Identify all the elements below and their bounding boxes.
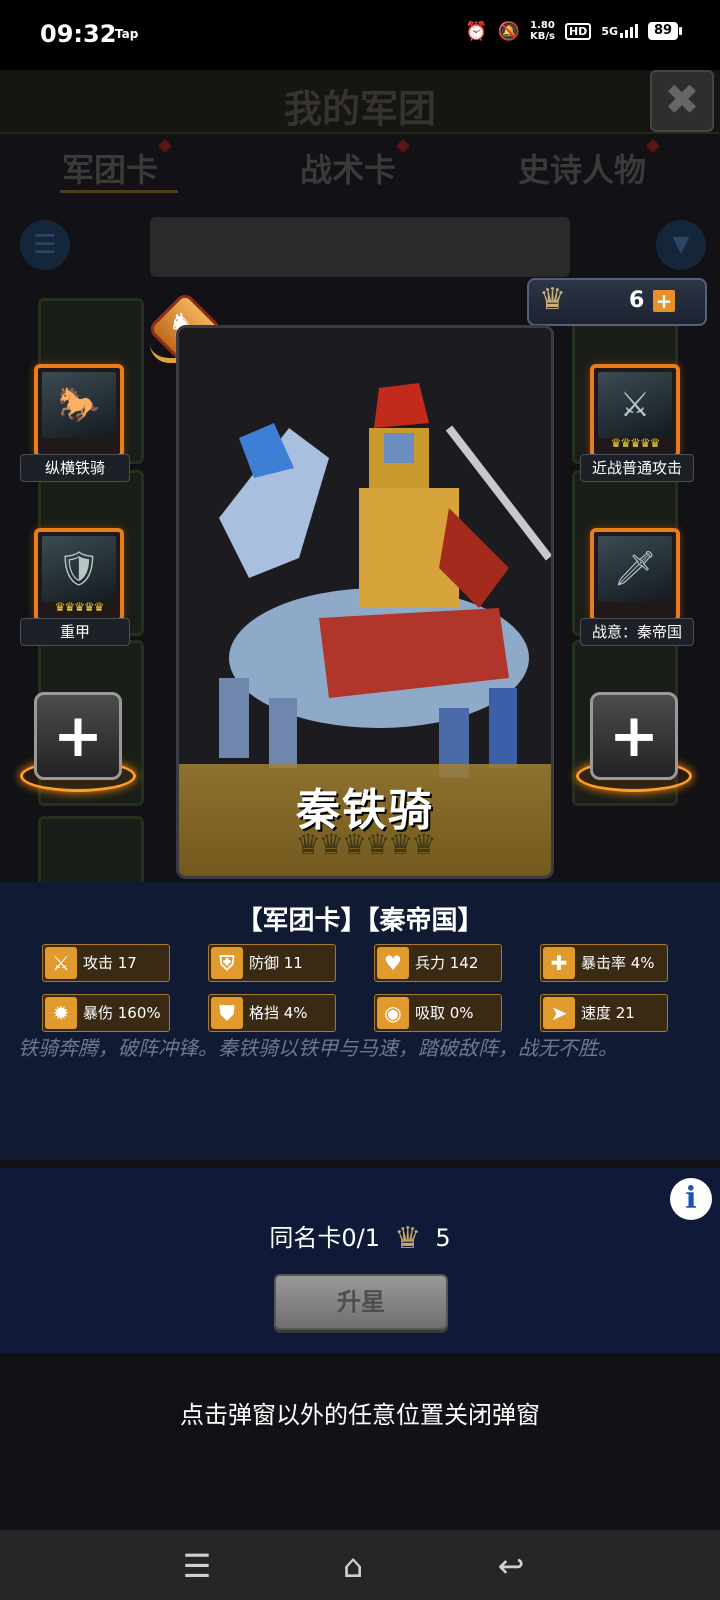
eagle-emblem-icon: ♛	[394, 1221, 422, 1256]
armor-skill-icon: 🛡	[42, 536, 116, 602]
cavalry-skill-icon: 🐎	[42, 372, 116, 438]
battery-level: 89	[648, 22, 678, 40]
battery-icon: 89	[648, 22, 682, 40]
network-speed-unit: KB/s	[529, 31, 555, 42]
tab-tactic-cards: 战术卡	[300, 138, 411, 191]
back-icon[interactable]: ↩	[486, 1546, 536, 1586]
sword-skill-icon: 🗡	[598, 536, 672, 602]
star-material-badge[interactable]: ♛ 6 +	[527, 278, 707, 326]
upgrade-cost: 5	[435, 1224, 451, 1252]
close-hint: 点击弹窗以外的任意位置关闭弹窗	[180, 1401, 540, 1429]
add-material-button[interactable]: +	[653, 290, 675, 312]
spear-skill-icon: ⚔	[598, 372, 672, 438]
stat-speed: ➤ 速度 21	[540, 994, 668, 1032]
alarm-icon: ⏰	[465, 20, 488, 42]
mute-bell-icon: 🔕	[497, 20, 520, 42]
stat-text: 吸取 0%	[415, 1004, 474, 1022]
stat-troops: ♥ 兵力 142	[374, 944, 502, 982]
tab-label: 史诗人物	[518, 151, 647, 189]
search-field	[150, 217, 570, 277]
card-tags: 【军团卡】【秦帝国】	[236, 906, 484, 936]
card-description: 铁骑奔腾，破阵冲锋。秦铁骑以铁甲与马速，踏破敌阵，战无不胜。	[18, 1036, 618, 1060]
network-speed-value: 1.80	[530, 20, 555, 31]
tab-underline	[60, 190, 178, 193]
burst-icon: ✹	[45, 997, 77, 1029]
skill-label: 战意：秦帝国	[580, 618, 694, 646]
add-skill-button-right[interactable]: +	[590, 692, 678, 780]
add-skill-button-left[interactable]: +	[34, 692, 122, 780]
unit-card: 秦铁骑 ♛♛♛♛♛♛	[176, 325, 554, 879]
stat-text: 暴伤 160%	[83, 1004, 161, 1022]
boot-icon: ➤	[543, 997, 575, 1029]
stat-attack: ⚔ 攻击 17	[42, 944, 170, 982]
crosshair-icon: ✚	[543, 947, 575, 979]
star-material-count: 6	[629, 288, 645, 313]
stat-text: 暴击率 4%	[581, 954, 655, 972]
plus-icon: +	[608, 701, 660, 771]
tab-legion-cards: 军团卡	[62, 138, 173, 191]
absorb-icon: ◉	[377, 997, 409, 1029]
signal-icon: 5G	[601, 24, 638, 38]
home-icon[interactable]: ⌂	[328, 1546, 378, 1586]
filter-icon: ▼	[656, 220, 706, 270]
stat-lifesteal: ◉ 吸取 0%	[374, 994, 502, 1032]
background-tabs: 军团卡 战术卡 史诗人物	[0, 138, 720, 195]
upgrade-star-button[interactable]: 升星	[274, 1274, 448, 1330]
tab-epic-figures: 史诗人物	[518, 138, 661, 191]
stat-text: 兵力 142	[415, 954, 479, 972]
navigation-bar: ☰ ⌂ ↩	[0, 1530, 720, 1600]
upgrade-panel: i 同名卡0/1 ♛ 5 升星	[0, 1168, 720, 1353]
tab-label: 军团卡	[62, 151, 159, 189]
stat-crit-damage: ✹ 暴伤 160%	[42, 994, 170, 1032]
list-menu-icon: ☰	[20, 220, 70, 270]
stat-text: 防御 11	[249, 954, 303, 972]
skill-crowns-icon: ♛♛♛♛♛	[610, 436, 661, 450]
status-tap-label: Tap	[115, 27, 139, 41]
skill-slot-war-spirit[interactable]: 🗡	[590, 528, 680, 622]
skill-label: 近战普通攻击	[580, 454, 694, 482]
stat-defense: ⛨ 防御 11	[208, 944, 336, 982]
background-title: 我的军团	[283, 87, 436, 131]
tab-label: 战术卡	[300, 151, 397, 189]
menu-icon[interactable]: ☰	[172, 1546, 222, 1586]
duplicate-card-row: 同名卡0/1 ♛ 5	[0, 1218, 720, 1256]
duplicate-card-count: 同名卡0/1	[269, 1224, 381, 1252]
skill-slot-cavalry[interactable]: 🐎	[34, 364, 124, 458]
star-crowns-icon: ♛♛♛♛♛♛	[295, 828, 437, 861]
hd-icon: HD	[564, 22, 592, 40]
skill-label: 重甲	[20, 618, 130, 646]
network-type: 5G	[601, 25, 618, 38]
eagle-emblem-icon: ♛	[539, 282, 566, 317]
background-header: 我的军团 ✖	[0, 70, 720, 134]
shield-icon: ⛨	[211, 947, 243, 979]
sword-icon: ⚔	[45, 947, 77, 979]
skill-crowns-icon: ♛♛♛♛♛	[54, 600, 105, 614]
status-time: 09:32	[40, 20, 117, 48]
card-info-panel: 【军团卡】【秦帝国】 ⚔ 攻击 17 ⛨ 防御 11 ♥ 兵力 142 ✚ 暴击率 4%…	[0, 882, 720, 1160]
close-icon: ✖	[650, 70, 714, 132]
stat-crit-rate: ✚ 暴击率 4%	[540, 944, 668, 982]
status-bar: 09:32 Tap ⏰ 🔕 1.80 KB/s HD 5G 89	[0, 0, 720, 70]
stat-text: 攻击 17	[83, 954, 137, 972]
skill-label: 纵横铁骑	[20, 454, 130, 482]
info-button[interactable]: i	[670, 1178, 712, 1220]
heart-icon: ♥	[377, 947, 409, 979]
block-shield-icon: ⛊	[211, 997, 243, 1029]
stat-text: 速度 21	[581, 1004, 635, 1022]
stat-block: ⛊ 格挡 4%	[208, 994, 336, 1032]
skill-slot-melee-attack[interactable]: ⚔ ♛♛♛♛♛	[590, 364, 680, 458]
skill-slot-heavy-armor[interactable]: 🛡 ♛♛♛♛♛	[34, 528, 124, 622]
plus-icon: +	[52, 701, 104, 771]
signal-bars-icon	[620, 24, 638, 38]
status-icons: ⏰ 🔕 1.80 KB/s HD 5G 89	[465, 20, 682, 42]
stat-text: 格挡 4%	[249, 1004, 308, 1022]
network-speed: 1.80 KB/s	[530, 20, 555, 42]
